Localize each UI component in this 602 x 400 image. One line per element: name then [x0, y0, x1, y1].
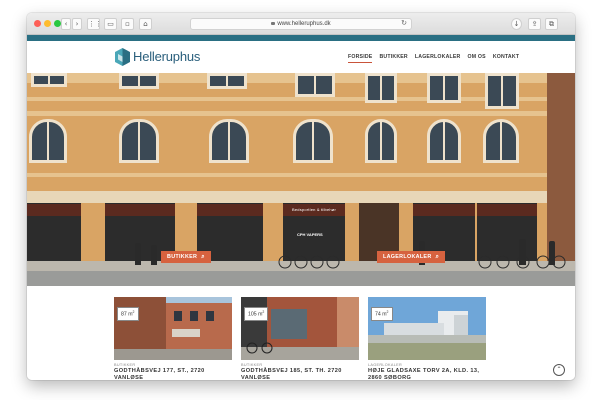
listing-address[interactable]: GODTHÅBSVEJ 185, ST. TH. 2720 VANLØSE	[241, 368, 359, 380]
chevron-right-icon[interactable]: ›	[72, 18, 82, 30]
chevron-up-icon[interactable]: ⌃	[553, 364, 565, 376]
size-badge: 105 m2	[244, 307, 269, 321]
reload-icon[interactable]: ↻	[401, 19, 407, 29]
listing-category: LAGERLOKALER	[368, 363, 402, 367]
nav-item-om-os[interactable]: OM OS	[468, 54, 486, 63]
listings-section: 87 m2 BUTIKKER GODTHÅBSVEJ 177, ST., 272…	[27, 286, 575, 380]
listing-category: BUTIKKER	[241, 363, 263, 367]
site-header: Helleruphus FORSIDE BUTIKKER LAGERLOKALE…	[27, 41, 575, 73]
tabs-icon[interactable]: ⧉	[545, 18, 558, 30]
listing-photo[interactable]: 87 m2	[114, 297, 232, 360]
size-badge: 87 m2	[117, 307, 139, 321]
size-badge: 74 m2	[371, 307, 393, 321]
close-window-button[interactable]	[34, 20, 41, 27]
lock-icon	[271, 22, 276, 25]
home-icon[interactable]: ⌂	[139, 18, 152, 30]
grid-icon[interactable]: ⋮⋮	[87, 18, 102, 30]
browser-window: ‹ › ⋮⋮ ▭ ▫ ⌂ www.helleruphus.dk ↻ ↓ ⇪ ⧉ …	[27, 13, 575, 380]
listing-photo[interactable]: 74 m2	[368, 297, 486, 360]
chevron-left-icon[interactable]: ‹	[61, 18, 71, 30]
bicycles	[278, 255, 340, 269]
nav-item-lagerlokaler[interactable]: LAGERLOKALER	[415, 54, 461, 63]
shop-sign: CPH VAPERS	[297, 232, 323, 237]
nav-item-forside[interactable]: FORSIDE	[348, 54, 373, 63]
search-icon: ⌕	[201, 254, 205, 260]
browser-toolbar: ‹ › ⋮⋮ ▭ ▫ ⌂ www.helleruphus.dk ↻ ↓ ⇪ ⧉	[27, 13, 575, 35]
listing-address[interactable]: HØJE GLADSAXE TORV 2A, KLD. 13, 2860 SØB…	[368, 368, 486, 380]
search-icon: ⌕	[435, 254, 440, 260]
nav-item-kontakt[interactable]: KONTAKT	[493, 54, 519, 63]
street	[27, 271, 575, 286]
storage-cta-button[interactable]: LAGERLOKALER ⌕	[377, 251, 446, 263]
listing-category: BUTIKKER	[114, 363, 136, 367]
awning-sign: Bedsportlen & tilbehør	[292, 207, 336, 212]
sidebar-icon[interactable]: ▭	[104, 18, 117, 30]
listing-address[interactable]: GODTHÅBSVEJ 177, ST., 2720 VANLØSE	[114, 368, 232, 380]
shops-cta-button[interactable]: BUTIKKER ⌕	[161, 251, 211, 263]
share-tab-icon[interactable]: ▫	[121, 18, 134, 30]
listing-card[interactable]: 87 m2 BUTIKKER GODTHÅBSVEJ 177, ST., 272…	[114, 297, 232, 380]
nav-item-butikker[interactable]: BUTIKKER	[379, 54, 407, 63]
logo-icon[interactable]	[115, 48, 130, 66]
maximize-window-button[interactable]	[54, 20, 61, 27]
listing-photo[interactable]: 105 m2	[241, 297, 359, 360]
brand-name[interactable]: Helleruphus	[133, 49, 200, 64]
listing-card[interactable]: 74 m2 LAGERLOKALER HØJE GLADSAXE TORV 2A…	[368, 297, 486, 380]
bicycles-right	[478, 255, 566, 269]
download-icon[interactable]: ↓	[511, 18, 522, 30]
main-nav: FORSIDE BUTIKKER LAGERLOKALER OM OS KONT…	[348, 54, 519, 63]
share-icon[interactable]: ⇪	[528, 18, 541, 30]
address-bar[interactable]: www.helleruphus.dk ↻	[190, 18, 412, 30]
hero-image: Bedsportlen & tilbehør CPH VAPERS BUTIKK…	[27, 73, 575, 286]
minimize-window-button[interactable]	[44, 20, 51, 27]
url-text: www.helleruphus.dk	[277, 21, 331, 27]
listing-card[interactable]: 105 m2 BUTIKKER GODTHÅBSVEJ 185, ST. TH.…	[241, 297, 359, 380]
